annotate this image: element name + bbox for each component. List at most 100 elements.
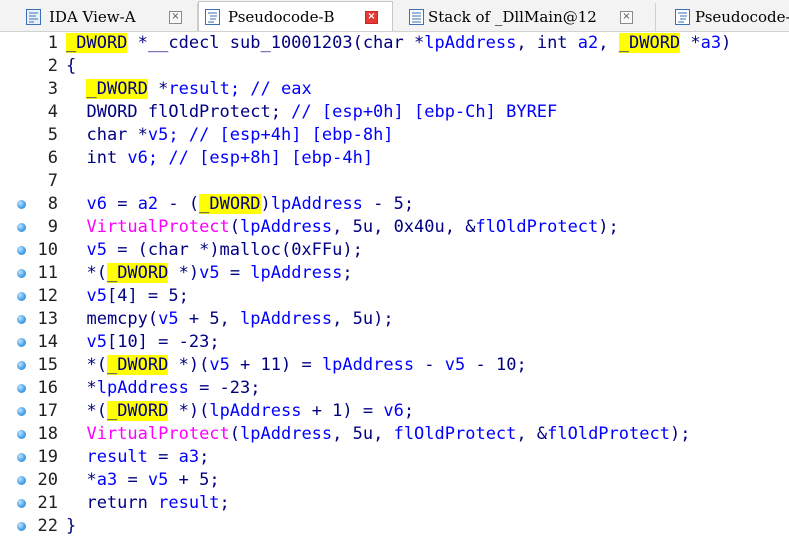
variable-token: v5 — [444, 355, 466, 375]
line-number: 21 — [37, 493, 58, 513]
code-token: ) — [721, 33, 732, 53]
tab-stack-of-dllmain[interactable]: Stack of _DllMain@12 × — [393, 3, 656, 31]
breakpoint-marker-icon[interactable] — [17, 499, 26, 508]
code-line[interactable]: 19 result = a3; — [0, 446, 789, 469]
function-token: VirtualProtect — [86, 424, 230, 444]
code-line[interactable]: 16 *lpAddress = -23; — [0, 377, 789, 400]
close-icon[interactable]: × — [365, 10, 378, 24]
code-text[interactable]: *(_DWORD *)(v5 + 11) = lpAddress - v5 - … — [66, 354, 527, 377]
code-token: , 5u, 0x40u, & — [332, 217, 476, 237]
code-text[interactable]: { — [66, 55, 76, 78]
code-token: [4] = 5; — [106, 286, 189, 306]
code-line[interactable]: 11 *(_DWORD *)v5 = lpAddress; — [0, 262, 789, 285]
code-token: *)( — [168, 355, 210, 375]
variable-token: v5 — [158, 309, 179, 329]
code-line[interactable]: 20 *a3 = v5 + 5; — [0, 469, 789, 492]
tab-pseudocode-b[interactable]: Pseudocode-B × — [198, 1, 393, 31]
code-text[interactable]: return result; — [66, 492, 229, 515]
function-token: VirtualProtect — [86, 217, 230, 237]
code-line[interactable]: 15 *(_DWORD *)(v5 + 11) = lpAddress - v5… — [0, 354, 789, 377]
tab-pseudocode-c[interactable]: Pseudocode- — [656, 3, 789, 31]
breakpoint-marker-icon[interactable] — [17, 407, 26, 416]
code-text[interactable]: v6 = a2 - (_DWORD)lpAddress - 5; — [66, 193, 414, 216]
code-line[interactable]: 10 v5 = (char *)malloc(0xFFu); — [0, 239, 789, 262]
code-token: *) — [168, 263, 200, 283]
breakpoint-marker-icon[interactable] — [17, 246, 26, 255]
code-token: , int — [516, 33, 578, 53]
code-text[interactable]: memcpy(v5 + 5, lpAddress, 5u); — [66, 308, 394, 331]
tab-label: Pseudocode- — [695, 8, 789, 26]
code-text[interactable]: v5 = (char *)malloc(0xFFu); — [66, 239, 362, 262]
code-text[interactable]: VirtualProtect(lpAddress, 5u, flOldProte… — [66, 423, 690, 446]
close-icon[interactable]: × — [169, 10, 182, 24]
variable-token: result — [86, 447, 148, 467]
code-line[interactable]: 9 VirtualProtect(lpAddress, 5u, 0x40u, &… — [0, 216, 789, 239]
breakpoint-marker-icon[interactable] — [17, 269, 26, 278]
code-token: , & — [516, 424, 548, 444]
line-number: 18 — [37, 424, 58, 444]
code-text[interactable]: v5[10] = -23; — [66, 331, 220, 354]
code-text[interactable]: *a3 = v5 + 5; — [66, 469, 219, 492]
code-text[interactable]: *(_DWORD *)v5 = lpAddress; — [66, 262, 353, 285]
code-text[interactable]: v5[4] = 5; — [66, 285, 189, 308]
code-text[interactable]: *(_DWORD *)(lpAddress + 1) = v6; — [66, 400, 414, 423]
pseudocode-editor[interactable]: 1 _DWORD *__cdecl sub_10001203(char *lpAd… — [0, 32, 789, 545]
code-line[interactable]: 14 v5[10] = -23; — [0, 331, 789, 354]
line-number: 14 — [37, 332, 58, 352]
breakpoint-marker-icon[interactable] — [17, 384, 26, 393]
code-token: [10] = -23; — [106, 332, 220, 352]
code-text[interactable]: } — [66, 515, 76, 538]
code-text[interactable]: _DWORD *__cdecl sub_10001203(char *lpAdd… — [66, 32, 731, 55]
code-text[interactable]: DWORD flOldProtect; // [esp+0h] [ebp-Ch]… — [66, 101, 557, 124]
code-token: * — [147, 79, 169, 99]
breakpoint-marker-icon[interactable] — [17, 476, 26, 485]
code-token: = — [147, 447, 179, 467]
breakpoint-marker-icon[interactable] — [17, 292, 26, 301]
code-token: + 11) = — [229, 355, 322, 375]
breakpoint-marker-icon[interactable] — [17, 453, 26, 462]
line-number: 6 — [47, 148, 58, 168]
code-line[interactable]: 5 char *v5; // [esp+4h] [ebp-8h] — [0, 124, 789, 147]
code-token: = -23; — [188, 378, 261, 398]
code-line[interactable]: 13 memcpy(v5 + 5, lpAddress, 5u); — [0, 308, 789, 331]
close-icon[interactable]: × — [620, 10, 633, 24]
code-line[interactable]: 18 VirtualProtect(lpAddress, 5u, flOldPr… — [0, 423, 789, 446]
code-line[interactable]: 3 _DWORD *result; // eax — [0, 78, 789, 101]
breakpoint-marker-icon[interactable] — [17, 430, 26, 439]
breakpoint-marker-icon[interactable] — [17, 223, 26, 232]
code-line[interactable]: 21 return result; — [0, 492, 789, 515]
tab-ida-view-a[interactable]: IDA View-A × — [0, 3, 198, 31]
code-line[interactable]: 8 v6 = a2 - (_DWORD)lpAddress - 5; — [0, 193, 789, 216]
line-number: 13 — [37, 309, 58, 329]
breakpoint-marker-icon[interactable] — [17, 361, 26, 370]
code-line[interactable]: 4 DWORD flOldProtect; // [esp+0h] [ebp-C… — [0, 101, 789, 124]
code-line[interactable]: 12 v5[4] = 5; — [0, 285, 789, 308]
code-line[interactable]: 7 — [0, 170, 789, 193]
highlighted-token: _DWORD — [106, 401, 169, 421]
code-token: } — [66, 516, 77, 536]
code-text[interactable]: VirtualProtect(lpAddress, 5u, 0x40u, &fl… — [66, 216, 618, 239]
code-line[interactable]: 6 int v6; // [esp+8h] [ebp-4h] — [0, 147, 789, 170]
breakpoint-marker-icon[interactable] — [17, 200, 26, 209]
code-line[interactable]: 17 *(_DWORD *)(lpAddress + 1) = v6; — [0, 400, 789, 423]
code-text[interactable]: char *v5; // [esp+4h] [ebp-8h] — [66, 124, 393, 147]
line-number: 2 — [47, 56, 58, 76]
code-line[interactable]: 2{ — [0, 55, 789, 78]
breakpoint-marker-icon[interactable] — [17, 338, 26, 347]
code-text[interactable]: result = a3; — [66, 446, 209, 469]
code-text[interactable]: _DWORD *result; // eax — [66, 78, 312, 101]
code-token: DWORD flOldProtect; — [66, 102, 292, 122]
code-text[interactable]: *lpAddress = -23; — [66, 377, 261, 400]
code-token: ) — [260, 194, 271, 214]
code-line[interactable]: 22} — [0, 515, 789, 538]
code-token: , 5u); — [332, 309, 394, 329]
breakpoint-marker-icon[interactable] — [17, 522, 26, 531]
code-text[interactable]: int v6; // [esp+8h] [ebp-4h] — [66, 147, 373, 170]
breakpoint-marker-icon[interactable] — [17, 315, 26, 324]
code-line[interactable]: 1 _DWORD *__cdecl sub_10001203(char *lpAd… — [0, 32, 789, 55]
variable-token: v6 — [383, 401, 404, 421]
variable-token: flOldProtect — [393, 424, 517, 444]
